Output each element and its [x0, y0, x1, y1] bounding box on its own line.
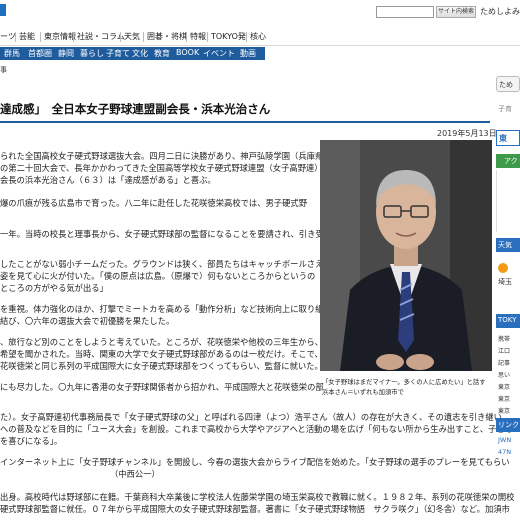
- article-line: ところの方がやる気が出る」: [0, 283, 108, 293]
- secondary-nav: 群馬 首都圏 静岡 暮らし 子育て 文化 教育 BOOK イベント 動画: [0, 47, 265, 60]
- article-line: 姿を見て心に火が付いた。「僕の原点は広島。（原爆で）何もないところからというの: [0, 271, 316, 281]
- article-line: への普及などを目的に「ユース大会」を創設。これまで高校から大学やアジアへと活動の…: [0, 424, 513, 434]
- trial-link[interactable]: ためしよみ・新聞: [480, 6, 520, 17]
- nav-divider: [120, 32, 121, 42]
- article-line: た）。女子高野連初代事務局長で「女子硬式野球の父」と呼ばれる四津（よつ）浩平さん…: [0, 412, 502, 422]
- nav-divider: [246, 32, 247, 42]
- nav-divider: [15, 32, 16, 42]
- article-line: にも尽力した。〇九年に香港の女子野球関係者から招かれ、平成国際大と花咲徳栄の部: [0, 382, 324, 392]
- sidebar-trial-button[interactable]: ため: [496, 76, 520, 92]
- nav-item-kakushin[interactable]: 核心: [250, 31, 266, 42]
- article-line: 、旅行など別のことをしようと考えていた。ところが、花咲徳栄や他校の三年生から、: [0, 337, 324, 347]
- nav-item-igo-shogi[interactable]: 囲碁・将棋: [147, 31, 187, 42]
- search-input[interactable]: [376, 6, 434, 18]
- nav-divider: [73, 32, 74, 42]
- nav-divider: [207, 32, 208, 42]
- article-line: を重視。体力強化のほか、打撃でミートカを高める「動作分析」など技術向上に取り組: [0, 304, 324, 314]
- nav-item-special-report[interactable]: 特報: [190, 31, 206, 42]
- nav-item-editorial[interactable]: 社説・コラム: [77, 31, 125, 42]
- nav-item-kyoiku[interactable]: 教育: [154, 48, 170, 59]
- sidebar-tokyo-web-header: TOKY: [496, 314, 520, 328]
- article-line: 出身。高校時代は野球部に在籍。千葉商科大卒業後に学校法人佐藤栄学園の埼玉栄高校で…: [0, 492, 515, 502]
- nav-divider: [40, 32, 41, 42]
- top-bar: サイト内検索 ためしよみ・新聞: [0, 0, 520, 20]
- nav-item-kosodate[interactable]: 子育て: [106, 48, 130, 59]
- sidebar-link-jwn[interactable]: JWN: [496, 436, 520, 446]
- nav-divider: [143, 32, 144, 42]
- nav-item-book[interactable]: BOOK: [176, 48, 199, 57]
- nav-item-gunma[interactable]: 群馬: [4, 48, 20, 59]
- article-line: したことがない弱小チームだった。グラウンドは狭く、部員たちはキャッチボールさえ: [0, 259, 324, 269]
- nav-item-shutoken[interactable]: 首都圏: [28, 48, 52, 59]
- article-line: 爆の爪痕が残る広島市で育った。八二年に赴任した花咲徳栄高校では、男子硬式野: [0, 198, 307, 208]
- article-date: 2019年5月13日: [437, 129, 497, 138]
- nav-item-weather[interactable]: 天気: [124, 31, 140, 42]
- sidebar-access-ranking-header: アク: [496, 154, 520, 168]
- sidebar-link[interactable]: 東京: [496, 406, 520, 416]
- nav-item-bunka[interactable]: 文化: [132, 48, 148, 59]
- article-line: 結び、〇六年の選抜大会で初優勝を果たした。: [0, 316, 175, 326]
- headline-divider: [0, 121, 490, 123]
- article-line: 会長の浜本光治さん（６３）は「達成感がある」と喜ぶ。: [0, 175, 216, 185]
- article-byline: （中西公一）: [110, 469, 160, 479]
- sidebar-link[interactable]: 記事: [496, 358, 520, 368]
- nav-item-video[interactable]: 動画: [240, 48, 256, 59]
- article-line: 硬式野球部監督に就任。０７年から平成国際大の女子硬式野球部監督。著書に「女子硬式…: [0, 504, 510, 514]
- sidebar-link[interactable]: 東京: [496, 382, 520, 392]
- article-headline: 達成感」 全日本女子野球連盟副会長・浜本光治さん: [0, 102, 271, 116]
- portrait-illustration: [320, 140, 492, 371]
- nav-item-event[interactable]: イベント: [203, 48, 235, 59]
- nav-item-shizuoka[interactable]: 静岡: [58, 48, 74, 59]
- sidebar-weather-saitama[interactable]: 埼玉: [496, 276, 520, 288]
- primary-nav: ーツ 芸能 東京情報 社説・コラム 天気 囲碁・将棋 特報 TOKYO発 核心: [0, 28, 520, 46]
- sidebar-links-header: リンク: [496, 418, 520, 432]
- nav-item-sports[interactable]: ーツ: [0, 31, 16, 42]
- sidebar-link[interactable]: 江口: [496, 346, 520, 356]
- sidebar-ranking-list[interactable]: [496, 170, 520, 232]
- sun-icon: [496, 260, 520, 274]
- article-line: を喜びになる」。: [0, 436, 63, 446]
- photo-caption: 「女子野球はまだマイナー。多くの人に広めたい」と話す浜本さん＝いずれも加須市で: [322, 379, 486, 396]
- nav-item-entertainment[interactable]: 芸能: [19, 31, 35, 42]
- nav-item-tokyo-hatsu[interactable]: TOKYO発: [211, 31, 246, 42]
- article-line: られた全国高校女子硬式野球選抜大会。四月二日に決勝があり、神戸弘陵学園（兵庫県）: [0, 151, 332, 161]
- sidebar-link[interactable]: 思い: [496, 370, 520, 380]
- sidebar-kosodate-banner[interactable]: 子育: [496, 100, 520, 120]
- sidebar-link[interactable]: 携帯: [496, 334, 520, 344]
- article-line: の第二十回大会で、長年かかわってきた全国高等学校女子硬式野球連盟（女子高野連）: [0, 163, 323, 173]
- sidebar-link[interactable]: 東京: [496, 394, 520, 404]
- search-button[interactable]: サイト内検索: [436, 6, 476, 18]
- nav-item-tokyo-info[interactable]: 東京情報: [44, 31, 76, 42]
- nav-item-kurashi[interactable]: 暮らし: [80, 48, 104, 59]
- sidebar-tokyo-banner[interactable]: 東: [496, 130, 520, 146]
- right-sidebar: ため 子育 東 アク 天気 埼玉 TOKY 携帯 江口 記事 思い 東京 東京 …: [494, 74, 520, 520]
- logo-strip: [0, 4, 6, 16]
- article-line: 一年。当時の校長と理事長から、女子硬式野球部の監督になることを要請され、引き受け: [0, 229, 332, 239]
- article-line: 希望を聞かされた。当時、関東の大学で女子硬式野球部があるのは一校だけ。そこで、大: [0, 349, 332, 359]
- article-line: インターネット上に「女子野球チャンネル」を開設し、今春の選抜大会からライブ配信を…: [0, 457, 510, 467]
- sidebar-weather-header: 天気: [496, 238, 520, 252]
- article-line: 花咲徳栄と同じ系列の平成国際大に女子硬式野球部をつくってもらい、監督に就いた。: [0, 361, 323, 371]
- breadcrumb[interactable]: 事: [0, 65, 7, 75]
- article-photo: [320, 140, 492, 371]
- sidebar-link-47news[interactable]: 47N: [496, 448, 520, 458]
- nav-divider: [186, 32, 187, 42]
